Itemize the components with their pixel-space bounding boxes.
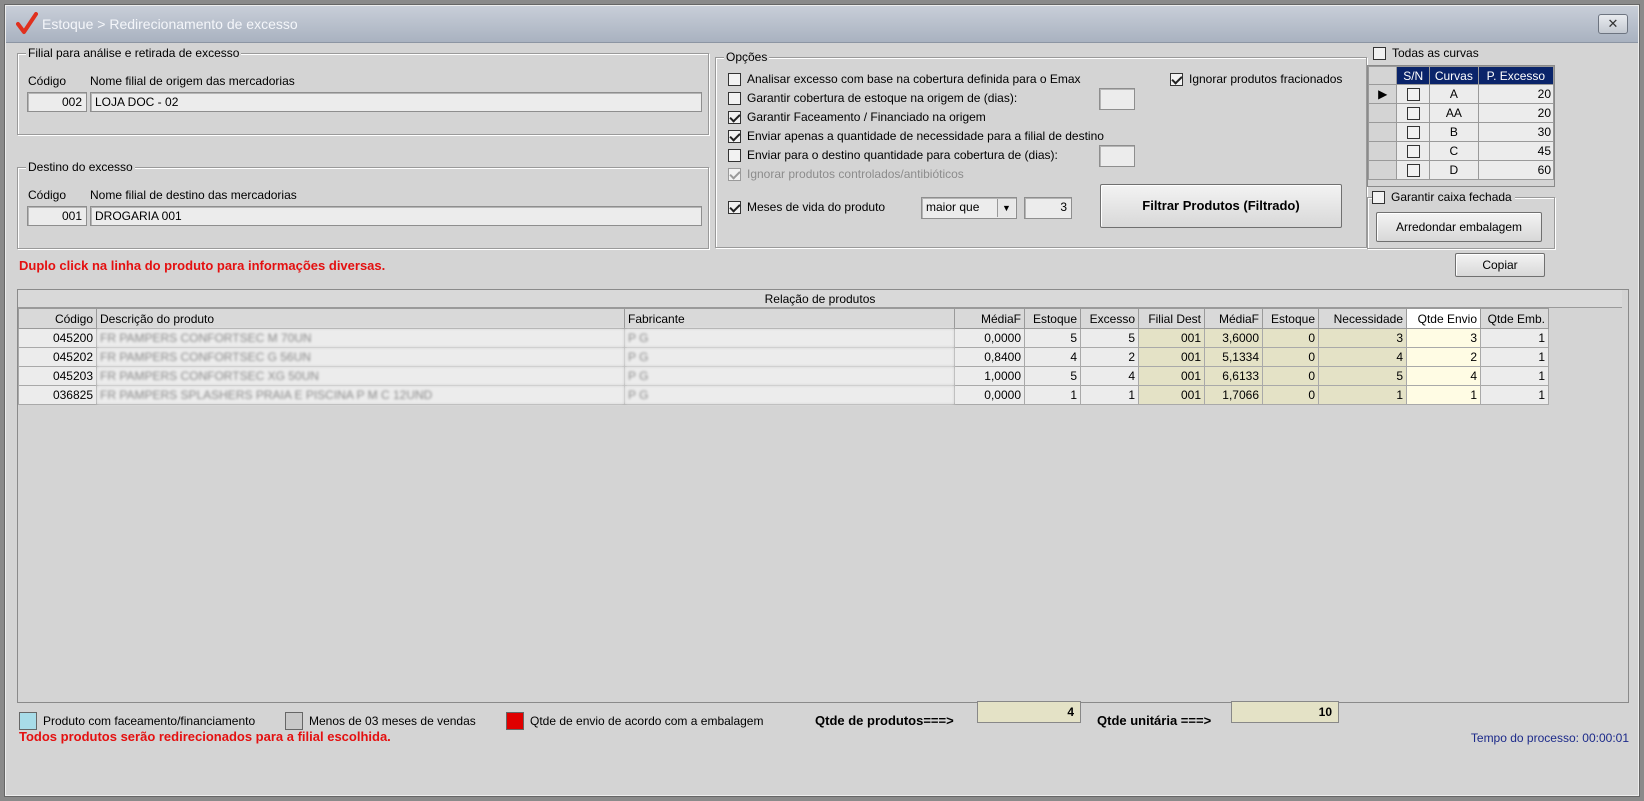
months-operator-select[interactable]: maior que ▼ [921, 197, 1017, 219]
closed-box-toggle[interactable]: Garantir caixa fechada [1372, 190, 1515, 204]
legend-label-facing: Produto com faceamento/financiamento [43, 714, 256, 728]
curve-row[interactable]: ▶ A 20 [1367, 84, 1555, 104]
option-analyze-emax-checkbox[interactable] [728, 72, 741, 86]
hint-text: Duplo click na linha do produto para inf… [19, 258, 386, 273]
curve-select-checkbox[interactable] [1406, 126, 1420, 140]
col-stock-dest[interactable]: Estoque [1262, 308, 1319, 329]
options-legend: Opções [724, 50, 770, 64]
products-table: Código Descrição do produto Fabricante M… [18, 308, 1549, 405]
app-check-icon [16, 12, 38, 34]
col-send-qty[interactable]: Qtde Envio [1406, 308, 1481, 329]
warning-text: Todos produtos serão redirecionados para… [19, 729, 391, 744]
products-grid: Relação de produtos Código Descrição do … [17, 289, 1629, 703]
products-count-label: Qtde de produtos===> [815, 713, 954, 728]
months-value-input[interactable]: 3 [1024, 197, 1072, 219]
col-code[interactable]: Código [18, 308, 97, 329]
redirect-excess-window: Estoque > Redirecionamento de excesso ✕ … [4, 4, 1640, 797]
option-product-months-checkbox[interactable] [728, 200, 741, 214]
option-send-coverage[interactable]: Enviar para o destino quantidade para co… [728, 148, 1058, 162]
origin-code-field[interactable]: 002 [27, 92, 87, 112]
col-stock-origin[interactable]: Estoque [1024, 308, 1081, 329]
options-group: Opções Analisar excesso com base na cobe… [715, 50, 1367, 248]
option-analyze-emax[interactable]: Analisar excesso com base na cobertura d… [728, 72, 1081, 86]
origin-code-label: Código [28, 74, 67, 88]
destination-name-label: Nome filial de destino das mercadorias [90, 188, 297, 202]
curve-row[interactable]: AA 20 [1367, 103, 1555, 123]
unit-qty-label: Qtde unitária ===> [1097, 713, 1212, 728]
option-send-need-only[interactable]: Enviar apenas a quantidade de necessidad… [728, 129, 1104, 143]
col-dest-branch[interactable]: Filial Dest [1138, 308, 1205, 329]
legend-swatch-low-sales [285, 712, 303, 730]
destination-group: Destino do excesso Código Nome filial de… [17, 160, 709, 249]
origin-legend: Filial para análise e retirada de excess… [26, 46, 242, 60]
closed-box-group: Garantir caixa fechada Arredondar embala… [1367, 190, 1555, 249]
round-packaging-button[interactable]: Arredondar embalagem [1376, 212, 1542, 242]
process-time: Tempo do processo: 00:00:01 [1470, 731, 1629, 745]
destination-code-field[interactable]: 001 [27, 206, 87, 226]
col-manufacturer[interactable]: Fabricante [624, 308, 955, 329]
option-ignore-fractional[interactable]: Ignorar produtos fracionados [1170, 72, 1342, 86]
destination-name-field[interactable]: DROGARIA 001 [90, 206, 702, 226]
legend-swatch-facing [19, 712, 37, 730]
option-guarantee-coverage-checkbox[interactable] [728, 91, 741, 105]
send-qty-cell[interactable]: 4 [1406, 366, 1481, 386]
chevron-down-icon[interactable]: ▼ [997, 199, 1015, 217]
legend-swatch-packaging [506, 712, 524, 730]
send-qty-cell[interactable]: 2 [1406, 347, 1481, 367]
option-product-months[interactable]: Meses de vida do produto [728, 200, 885, 214]
option-ignore-fractional-checkbox[interactable] [1170, 72, 1183, 86]
destination-coverage-days-input[interactable] [1099, 145, 1135, 167]
curve-row[interactable]: C 45 [1367, 141, 1555, 161]
col-avg-dest[interactable]: MédiaF [1204, 308, 1263, 329]
option-ignore-controlled: Ignorar produtos controlados/antibiótico… [728, 167, 964, 181]
legend-label-packaging: Qtde de envio de acordo com a embalagem [530, 714, 764, 728]
origin-name-field[interactable]: LOJA DOC - 02 [90, 92, 702, 112]
origin-group: Filial para análise e retirada de excess… [17, 46, 709, 135]
send-qty-cell[interactable]: 3 [1406, 328, 1481, 348]
curve-select-checkbox[interactable] [1406, 107, 1420, 121]
filter-products-button[interactable]: Filtrar Produtos (Filtrado) [1100, 184, 1342, 228]
window-title: Estoque > Redirecionamento de excesso [42, 16, 298, 32]
send-qty-cell[interactable]: 1 [1406, 385, 1481, 405]
option-guarantee-facing-checkbox[interactable] [728, 110, 741, 124]
destination-code-label: Código [28, 188, 67, 202]
table-row[interactable]: 045203 FR PAMPERS CONFORTSEC XG 50UN P G… [18, 366, 1549, 386]
close-button[interactable]: ✕ [1598, 14, 1628, 34]
col-need[interactable]: Necessidade [1318, 308, 1407, 329]
table-row[interactable]: 045200 FR PAMPERS CONFORTSEC M 70UN P G … [18, 328, 1549, 348]
option-guarantee-facing[interactable]: Garantir Faceamento / Financiado na orig… [728, 110, 986, 124]
curve-select-checkbox[interactable] [1406, 88, 1420, 102]
closed-box-checkbox[interactable] [1372, 190, 1385, 204]
curves-grid-header: S/N Curvas P. Excesso [1367, 66, 1555, 85]
unit-qty-field: 10 [1231, 701, 1339, 723]
option-guarantee-coverage[interactable]: Garantir cobertura de estoque na origem … [728, 91, 1017, 105]
table-row[interactable]: 045202 FR PAMPERS CONFORTSEC G 56UN P G … [18, 347, 1549, 367]
curve-select-checkbox[interactable] [1406, 164, 1420, 178]
option-send-need-only-checkbox[interactable] [728, 129, 741, 143]
legend-label-low-sales: Menos de 03 meses de vendas [309, 714, 476, 728]
row-pointer-icon: ▶ [1367, 84, 1398, 104]
products-header-row: Código Descrição do produto Fabricante M… [18, 308, 1549, 329]
title-bar: Estoque > Redirecionamento de excesso ✕ [6, 6, 1638, 43]
col-excess[interactable]: Excesso [1080, 308, 1139, 329]
curve-row[interactable]: D 60 [1367, 160, 1555, 180]
all-curves-checkbox[interactable] [1373, 46, 1386, 60]
products-grid-caption: Relação de produtos [18, 290, 1622, 308]
table-row[interactable]: 036825 FR PAMPERS SPLASHERS PRAIA E PISC… [18, 385, 1549, 405]
col-pack-qty[interactable]: Qtde Emb. [1480, 308, 1549, 329]
destination-legend: Destino do excesso [26, 160, 135, 174]
curve-row[interactable]: B 30 [1367, 122, 1555, 142]
curves-grid: S/N Curvas P. Excesso ▶ A 20 AA 20 B 30 [1367, 65, 1555, 187]
origin-name-label: Nome filial de origem das mercadorias [90, 74, 295, 88]
col-avg-origin[interactable]: MédiaF [954, 308, 1025, 329]
coverage-days-input[interactable] [1099, 88, 1135, 110]
option-ignore-controlled-checkbox [728, 167, 741, 181]
col-description[interactable]: Descrição do produto [96, 308, 625, 329]
copy-button[interactable]: Copiar [1455, 253, 1545, 277]
option-send-coverage-checkbox[interactable] [728, 148, 741, 162]
all-curves-toggle[interactable]: Todas as curvas [1373, 46, 1479, 60]
products-count-field: 4 [977, 701, 1081, 723]
curve-select-checkbox[interactable] [1406, 145, 1420, 159]
